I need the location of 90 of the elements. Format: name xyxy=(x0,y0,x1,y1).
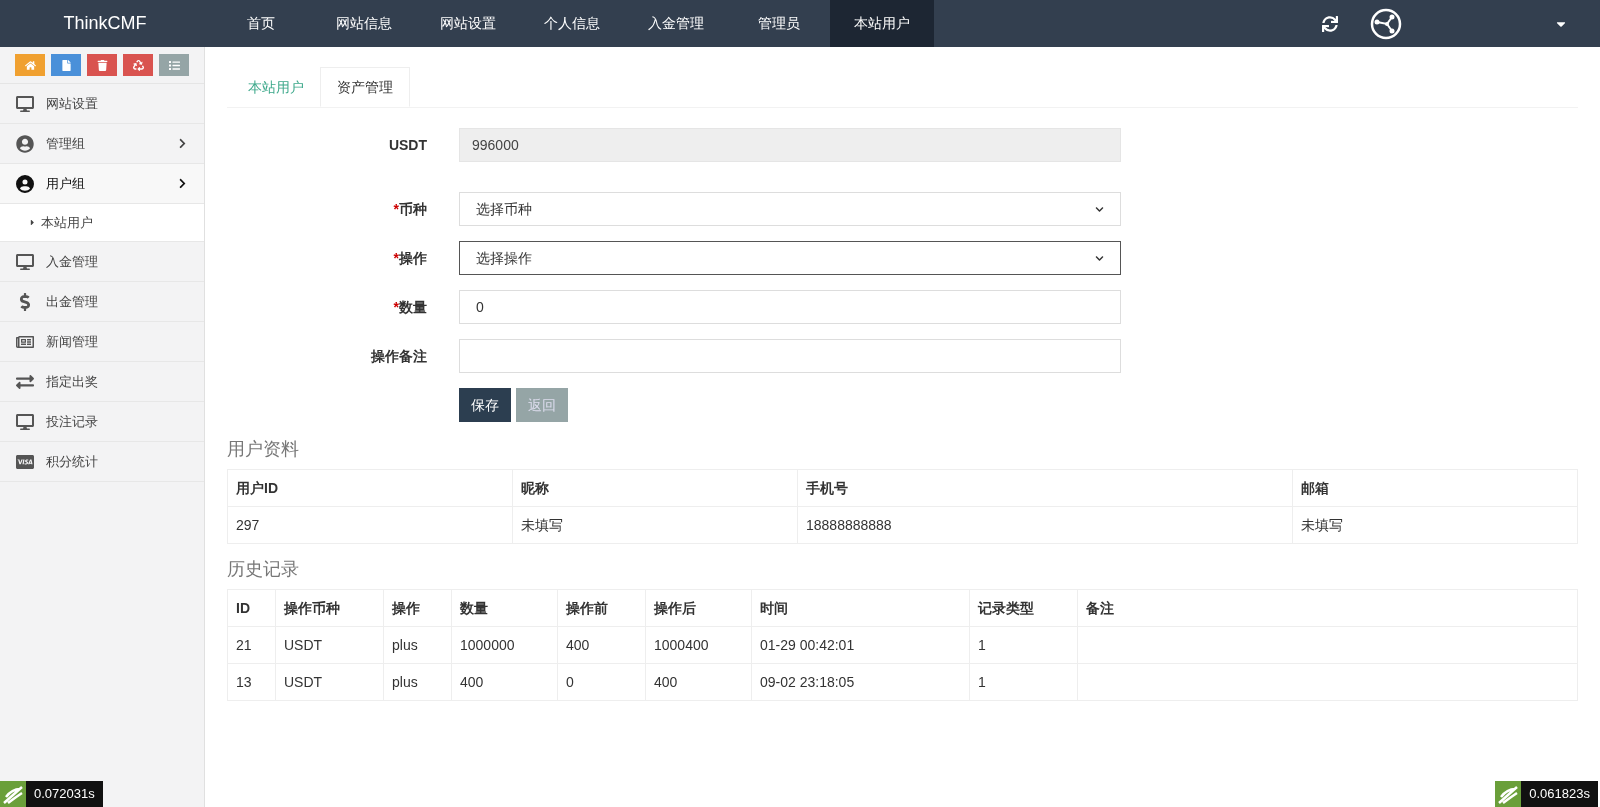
nav-tab[interactable]: 入金管理 xyxy=(624,0,728,47)
refresh-icon[interactable] xyxy=(1322,15,1338,32)
field-label: USDT xyxy=(387,135,428,155)
select-field[interactable]: 选择币种 xyxy=(459,192,1121,226)
quick-button[interactable] xyxy=(15,54,45,76)
user-icon xyxy=(16,174,34,193)
column-header: 时间 xyxy=(751,589,970,627)
arrows-icon xyxy=(16,372,34,391)
input-field[interactable]: 0 xyxy=(459,290,1121,324)
caret-icon xyxy=(28,218,37,227)
table-cell: USDT xyxy=(275,663,384,701)
chevron-icon xyxy=(177,138,188,149)
recycle-icon xyxy=(132,59,144,71)
sidebar-item[interactable]: 入金管理 xyxy=(0,242,204,282)
sidebar-item[interactable]: 网站设置 xyxy=(0,84,204,124)
table-cell: USDT xyxy=(275,626,384,664)
table-cell: 400 xyxy=(557,626,646,664)
sidebar-item[interactable]: 出金管理 xyxy=(0,282,204,322)
field-label: 操作备注 xyxy=(370,346,428,366)
section-title: 用户资料 xyxy=(227,438,300,461)
sidebar-item[interactable]: 积分统计 xyxy=(0,442,204,482)
card-icon xyxy=(16,452,34,471)
nav-tab[interactable]: 本站用户 xyxy=(830,0,934,47)
select-field[interactable]: 选择操作 xyxy=(459,241,1121,275)
column-header: 手机号 xyxy=(797,469,1293,507)
column-header: ID xyxy=(227,589,276,627)
quick-button[interactable] xyxy=(123,54,153,76)
monitor-icon xyxy=(16,94,34,113)
column-header: 昵称 xyxy=(512,469,798,507)
table-cell: 1000400 xyxy=(645,626,752,664)
column-header: 操作 xyxy=(383,589,452,627)
home-icon xyxy=(24,59,36,71)
input-field[interactable] xyxy=(459,339,1121,373)
readonly-field: 996000 xyxy=(459,128,1121,162)
table-cell: 未填写 xyxy=(512,506,798,544)
field-label: *币种 xyxy=(392,199,428,219)
column-header: 操作币种 xyxy=(275,589,384,627)
sidebar-item[interactable]: 用户组 xyxy=(0,164,204,204)
quick-button[interactable] xyxy=(87,54,117,76)
trash-icon xyxy=(96,59,108,71)
table-cell: plus xyxy=(383,626,452,664)
column-header: 邮箱 xyxy=(1292,469,1578,507)
table-cell: 1 xyxy=(969,626,1078,664)
timing-badge: 0.061823s xyxy=(1521,781,1598,807)
column-header: 用户ID xyxy=(227,469,513,507)
chevron-icon xyxy=(177,178,188,189)
sidebar-item[interactable]: 投注记录 xyxy=(0,402,204,442)
nav-tab[interactable]: 首页 xyxy=(210,0,312,47)
quick-button[interactable] xyxy=(51,54,81,76)
nav-tab[interactable]: 管理员 xyxy=(728,0,830,47)
column-header: 操作后 xyxy=(645,589,752,627)
table-cell: 18888888888 xyxy=(797,506,1293,544)
column-header: 数量 xyxy=(451,589,558,627)
network-icon[interactable] xyxy=(1370,7,1402,40)
file-icon xyxy=(60,59,72,71)
table-cell: 1000000 xyxy=(451,626,558,664)
table-cell: 09-02 23:18:05 xyxy=(751,663,970,701)
table-cell: 1 xyxy=(969,663,1078,701)
field-label: *操作 xyxy=(392,248,428,268)
table-cell: plus xyxy=(383,663,452,701)
table-cell: 400 xyxy=(645,663,752,701)
table-cell: 0 xyxy=(557,663,646,701)
table-cell: 21 xyxy=(227,626,276,664)
sidebar-subitem[interactable]: 本站用户 xyxy=(0,204,204,242)
section-title: 历史记录 xyxy=(227,558,300,581)
tab[interactable]: 资产管理 xyxy=(320,67,410,107)
user-icon xyxy=(16,134,34,153)
save-button[interactable]: 保存 xyxy=(459,388,511,422)
table-cell: 01-29 00:42:01 xyxy=(751,626,970,664)
brand-logo: ThinkCMF xyxy=(62,12,148,35)
column-header: 记录类型 xyxy=(969,589,1078,627)
column-header: 备注 xyxy=(1077,589,1578,627)
sidebar-item[interactable]: 指定出奖 xyxy=(0,362,204,402)
quick-button[interactable] xyxy=(159,54,189,76)
table-cell: 400 xyxy=(451,663,558,701)
timing-badge: 0.072031s xyxy=(26,781,103,807)
table-cell: 未填写 xyxy=(1292,506,1578,544)
chevron-icon xyxy=(1095,253,1104,263)
column-header: 操作前 xyxy=(557,589,646,627)
monitor-icon xyxy=(16,252,34,271)
field-label: *数量 xyxy=(392,297,428,317)
table-cell: 297 xyxy=(227,506,513,544)
nav-tab[interactable]: 网站设置 xyxy=(416,0,520,47)
sidebar-item[interactable]: 新闻管理 xyxy=(0,322,204,362)
nav-tab[interactable]: 个人信息 xyxy=(520,0,624,47)
table-cell: 13 xyxy=(227,663,276,701)
chevron-icon xyxy=(1095,204,1104,214)
monitor-icon xyxy=(16,412,34,431)
nav-tab[interactable]: 网站信息 xyxy=(312,0,416,47)
list-icon xyxy=(168,59,180,71)
